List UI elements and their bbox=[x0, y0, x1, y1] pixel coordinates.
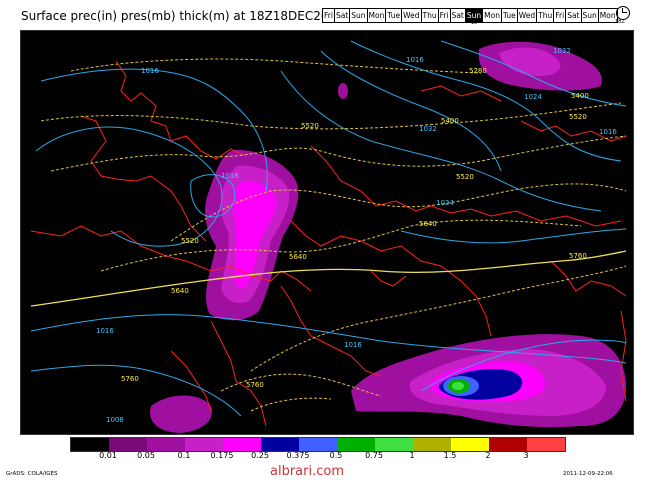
colorbar-tick-label: 2 bbox=[485, 451, 491, 460]
day-tab-label: Tue bbox=[502, 11, 516, 20]
day-tab[interactable]: Wed bbox=[517, 9, 538, 22]
day-tab[interactable]: Mon bbox=[483, 9, 502, 22]
svg-text:5760: 5760 bbox=[121, 375, 139, 383]
day-tab-label: Sun bbox=[466, 11, 482, 20]
day-tab-label: Mon bbox=[599, 11, 616, 20]
watermark: albrari.com bbox=[270, 464, 344, 479]
day-tab[interactable]: Thu bbox=[537, 9, 555, 22]
day-tab[interactable]: Sun 18 bbox=[465, 9, 484, 26]
day-tab-label: Mon bbox=[368, 11, 385, 20]
svg-text:5640: 5640 bbox=[419, 220, 437, 228]
colorbar-swatch bbox=[109, 438, 147, 451]
day-tab[interactable]: Sat bbox=[566, 9, 582, 22]
day-tab-label: Thu bbox=[422, 11, 437, 20]
colorbar-tick-label: 1.5 bbox=[443, 451, 457, 460]
colorbar-tick-label: 0.25 bbox=[251, 451, 269, 460]
colorbar-tick-label: 0.1 bbox=[177, 451, 191, 460]
colorbar-swatch bbox=[299, 438, 337, 451]
day-tab-label: Fri bbox=[439, 11, 449, 20]
svg-text:5760: 5760 bbox=[246, 381, 264, 389]
colorbar-tick-label: 0.05 bbox=[137, 451, 155, 460]
svg-text:1008: 1008 bbox=[106, 416, 124, 424]
day-tab[interactable]: Mon bbox=[367, 9, 387, 22]
svg-text:1032: 1032 bbox=[553, 47, 571, 55]
colorbar-tick-label: 3 bbox=[523, 451, 529, 460]
colorbar-swatch bbox=[223, 438, 261, 451]
colorbar-swatch bbox=[489, 438, 527, 451]
svg-text:5520: 5520 bbox=[456, 173, 474, 181]
day-tab[interactable]: Sat bbox=[450, 9, 466, 22]
day-tab[interactable]: Thu bbox=[421, 9, 439, 22]
svg-text:1016: 1016 bbox=[96, 327, 114, 335]
precip-colorbar bbox=[70, 437, 566, 452]
colorbar-tick-label: 0.5 bbox=[329, 451, 343, 460]
clock-icon bbox=[616, 6, 630, 20]
day-tab-label: Mon bbox=[484, 11, 500, 20]
svg-text:1016: 1016 bbox=[406, 56, 424, 64]
day-tab-label: Fri bbox=[555, 11, 565, 20]
svg-text:5640: 5640 bbox=[171, 287, 189, 295]
svg-text:1016: 1016 bbox=[344, 341, 362, 349]
day-tab-label: Sat bbox=[335, 11, 349, 20]
day-tab[interactable]: Mon bbox=[598, 9, 617, 22]
day-tab-label: Sun bbox=[582, 11, 597, 20]
day-tab[interactable]: Sat bbox=[334, 9, 351, 22]
day-tab[interactable]: Fri bbox=[438, 9, 451, 22]
day-tab[interactable]: Sun bbox=[350, 9, 368, 22]
svg-text:1016: 1016 bbox=[599, 128, 617, 136]
colorbar-swatch bbox=[527, 438, 565, 451]
svg-text:1024: 1024 bbox=[436, 199, 454, 207]
colorbar-ticks: 0.01 0.05 0.1 0.175 0.25 0.375 0.5 0.75 1 1.5 2 3 bbox=[70, 451, 570, 463]
colorbar-swatch bbox=[71, 438, 109, 451]
svg-text:5280: 5280 bbox=[469, 67, 487, 75]
colorbar-swatch bbox=[451, 438, 489, 451]
colorbar-tick-label: 0.175 bbox=[210, 451, 234, 460]
svg-text:5760: 5760 bbox=[569, 252, 587, 260]
day-tab[interactable]: Fri bbox=[554, 9, 567, 22]
day-tab-label: Wed bbox=[518, 11, 536, 20]
day-selector[interactable]: Fri Sat Sun Mon Tue Wed Thu Fri Sat Sun 18 Mon Tue We… bbox=[322, 8, 618, 26]
svg-text:5400: 5400 bbox=[441, 117, 459, 125]
colorbar-tick-label: 0.375 bbox=[286, 451, 310, 460]
day-tab-label: Thu bbox=[538, 11, 553, 20]
svg-text:5520: 5520 bbox=[301, 122, 319, 130]
map-canvas: 5280 5400 5520 5520 5640 5640 5520 5640 … bbox=[30, 40, 627, 433]
thickness-5640-line bbox=[30, 250, 627, 307]
svg-text:1024: 1024 bbox=[524, 93, 542, 101]
svg-text:5520: 5520 bbox=[181, 237, 199, 245]
colorbar-swatch bbox=[147, 438, 185, 451]
day-tab-label: Sat bbox=[451, 11, 464, 20]
svg-text:5520: 5520 bbox=[569, 113, 587, 121]
colorbar-tick-label: 0.75 bbox=[365, 451, 383, 460]
day-tab[interactable]: Tue bbox=[501, 9, 518, 22]
colorbar-tick-label: 0.01 bbox=[99, 451, 117, 460]
day-tab[interactable]: Fri bbox=[323, 9, 335, 22]
map-title: Surface prec(in) pres(mb) thick(m) at 18… bbox=[21, 9, 344, 23]
clock-label: 18Z bbox=[615, 19, 625, 25]
day-tab-label: Sun bbox=[351, 11, 366, 20]
precip-areas bbox=[150, 41, 626, 433]
svg-text:5400: 5400 bbox=[571, 92, 589, 100]
day-tab-label: Sat bbox=[567, 11, 580, 20]
day-tab-label: Tue bbox=[387, 11, 401, 20]
colorbar-swatch bbox=[413, 438, 451, 451]
credit-text: GrADS: COLA/IGES bbox=[6, 471, 58, 477]
colorbar-swatch bbox=[375, 438, 413, 451]
weather-map: 5280 5400 5520 5520 5640 5640 5520 5640 … bbox=[20, 30, 634, 435]
day-tab[interactable]: Sun bbox=[581, 9, 599, 22]
day-tab-label: Wed bbox=[403, 11, 420, 20]
day-tab[interactable]: Wed bbox=[402, 9, 422, 22]
colorbar-tick-label: 1 bbox=[409, 451, 415, 460]
svg-text:5640: 5640 bbox=[289, 253, 307, 261]
day-tab[interactable]: Tue bbox=[386, 9, 403, 22]
colorbar-swatch bbox=[261, 438, 299, 451]
timestamp-text: 2011-12-09-22:06 bbox=[563, 471, 613, 477]
day-tab-label: Fri bbox=[324, 11, 333, 20]
svg-text:1016: 1016 bbox=[141, 67, 159, 75]
colorbar-swatch bbox=[185, 438, 223, 451]
svg-text:1032: 1032 bbox=[419, 125, 437, 133]
colorbar-swatch bbox=[337, 438, 375, 451]
day-tab-date: 18 bbox=[470, 20, 478, 26]
svg-text:1016: 1016 bbox=[221, 172, 239, 180]
